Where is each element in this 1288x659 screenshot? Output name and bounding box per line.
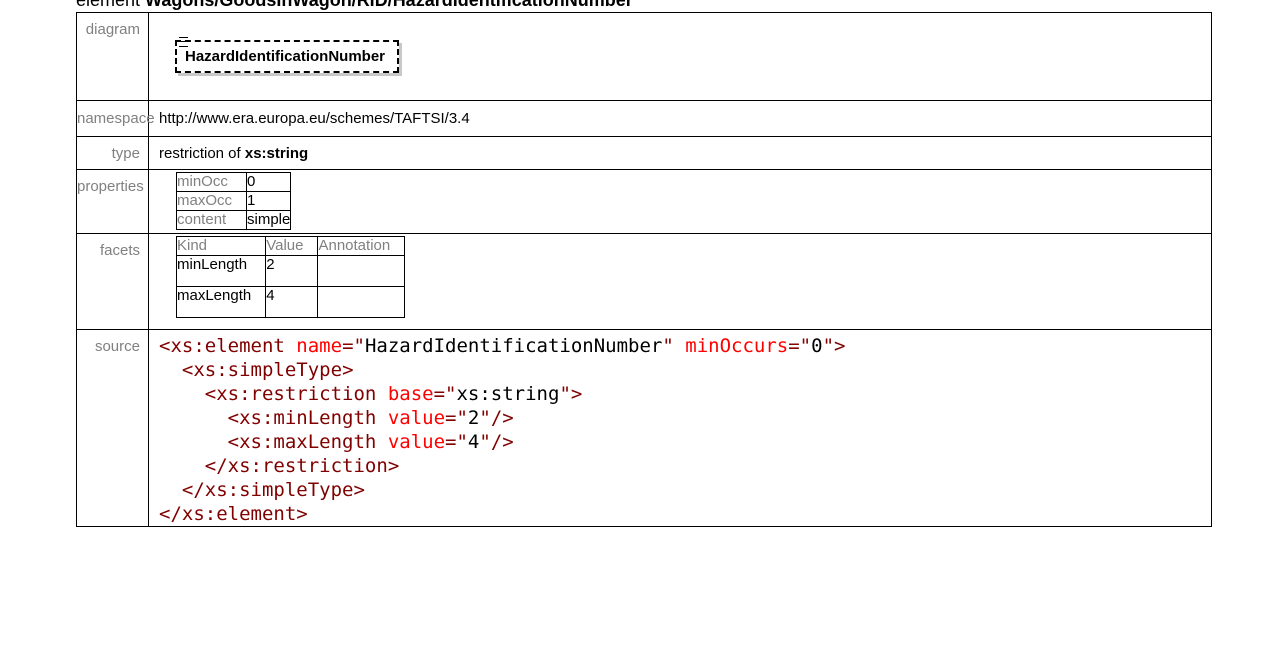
code-tag: xs:restriction [227, 455, 388, 477]
label-facets: facets [76, 233, 149, 330]
diagram-element-name: HazardIdentificationNumber [185, 48, 386, 65]
code-attr: value [387, 407, 446, 429]
diagram-cell: HazardIdentificationNumber [148, 12, 1212, 101]
label-properties: properties [76, 169, 149, 234]
code-tag: xs:restriction [216, 383, 377, 405]
facet-row: minLength 2 [175, 255, 406, 287]
code-tag: xs:element [181, 503, 297, 525]
source-code: <xs:element name="HazardIdentificationNu… [159, 335, 846, 525]
code-tag: xs:maxLength [239, 431, 377, 453]
row-namespace: namespace http://www.era.europa.eu/schem… [76, 100, 1212, 137]
property-key: content [175, 210, 248, 230]
facet-value: 2 [265, 255, 319, 287]
facet-annotation [317, 286, 406, 318]
facet-value: 4 [265, 286, 319, 318]
property-value: 0 [246, 172, 292, 192]
label-diagram: diagram [76, 12, 149, 101]
code-attr-value: xs:string [456, 383, 560, 405]
label-type: type [76, 136, 149, 170]
property-value: simple [246, 210, 292, 230]
property-key: minOcc [175, 172, 248, 192]
title-path: Wagons/GoodsInWagon/RID/HazardIdentifica… [145, 0, 633, 10]
source-cell: <xs:element name="HazardIdentificationNu… [148, 329, 1212, 527]
facet-row: maxLength 4 [175, 286, 406, 318]
code-attr-value: HazardIdentificationNumber [364, 335, 663, 357]
code-tag: xs:simpleType [193, 359, 343, 381]
properties-table: minOcc 0 maxOcc 1 content simple [175, 172, 292, 230]
facets-header: Kind Value Annotation [175, 236, 406, 256]
code-tag: xs:simpleType [204, 479, 354, 501]
code-attr-value: 0 [811, 335, 823, 357]
facets-header-annotation: Annotation [317, 236, 406, 256]
type-value: restriction of xs:string [148, 136, 1212, 170]
row-facets: facets Kind Value Annotation minLength 2… [76, 233, 1212, 330]
property-row: content simple [175, 210, 292, 230]
facet-kind: maxLength [175, 286, 267, 318]
element-title: element Wagons/GoodsInWagon/RID/HazardId… [76, 0, 633, 11]
row-diagram: diagram HazardIdentificationNumber [76, 12, 1212, 101]
code-attr-value: 4 [467, 431, 480, 453]
namespace-value: http://www.era.europa.eu/schemes/TAFTSI/… [148, 100, 1212, 137]
type-prefix: restriction of [159, 144, 245, 162]
property-key: maxOcc [175, 191, 248, 211]
label-namespace: namespace [76, 100, 155, 137]
diagram-element-box[interactable]: HazardIdentificationNumber [175, 37, 400, 73]
property-value: 1 [246, 191, 292, 211]
facets-table: Kind Value Annotation minLength 2 maxLen… [175, 236, 406, 318]
type-base-link[interactable]: xs:string [245, 145, 308, 162]
property-row: minOcc 0 [175, 172, 292, 192]
row-properties: properties minOcc 0 maxOcc 1 content simple [76, 169, 1212, 234]
property-row: maxOcc 1 [175, 191, 292, 211]
title-prefix: element [76, 0, 146, 10]
facets-header-kind: Kind [175, 236, 267, 256]
code-attr: base [387, 383, 434, 405]
row-source: source <xs:element name="HazardIdentific… [76, 329, 1212, 527]
row-type: type restriction of xs:string [76, 136, 1212, 170]
properties-cell: minOcc 0 maxOcc 1 content simple [148, 169, 1212, 234]
facets-cell: Kind Value Annotation minLength 2 maxLen… [148, 233, 1212, 330]
code-attr: value [387, 431, 446, 453]
code-attr: name [296, 335, 343, 357]
document-lines-icon [179, 37, 188, 47]
facets-header-value: Value [265, 236, 319, 256]
element-doc-table: diagram HazardIdentificationNumber names… [76, 12, 1212, 527]
facet-kind: minLength [175, 255, 267, 287]
label-source: source [76, 329, 149, 527]
code-attr-value: 2 [467, 407, 480, 429]
code-tag: xs:minLength [239, 407, 377, 429]
facet-annotation [317, 255, 406, 287]
code-tag: xs:element [170, 335, 285, 357]
code-attr: minOccurs [685, 335, 789, 357]
